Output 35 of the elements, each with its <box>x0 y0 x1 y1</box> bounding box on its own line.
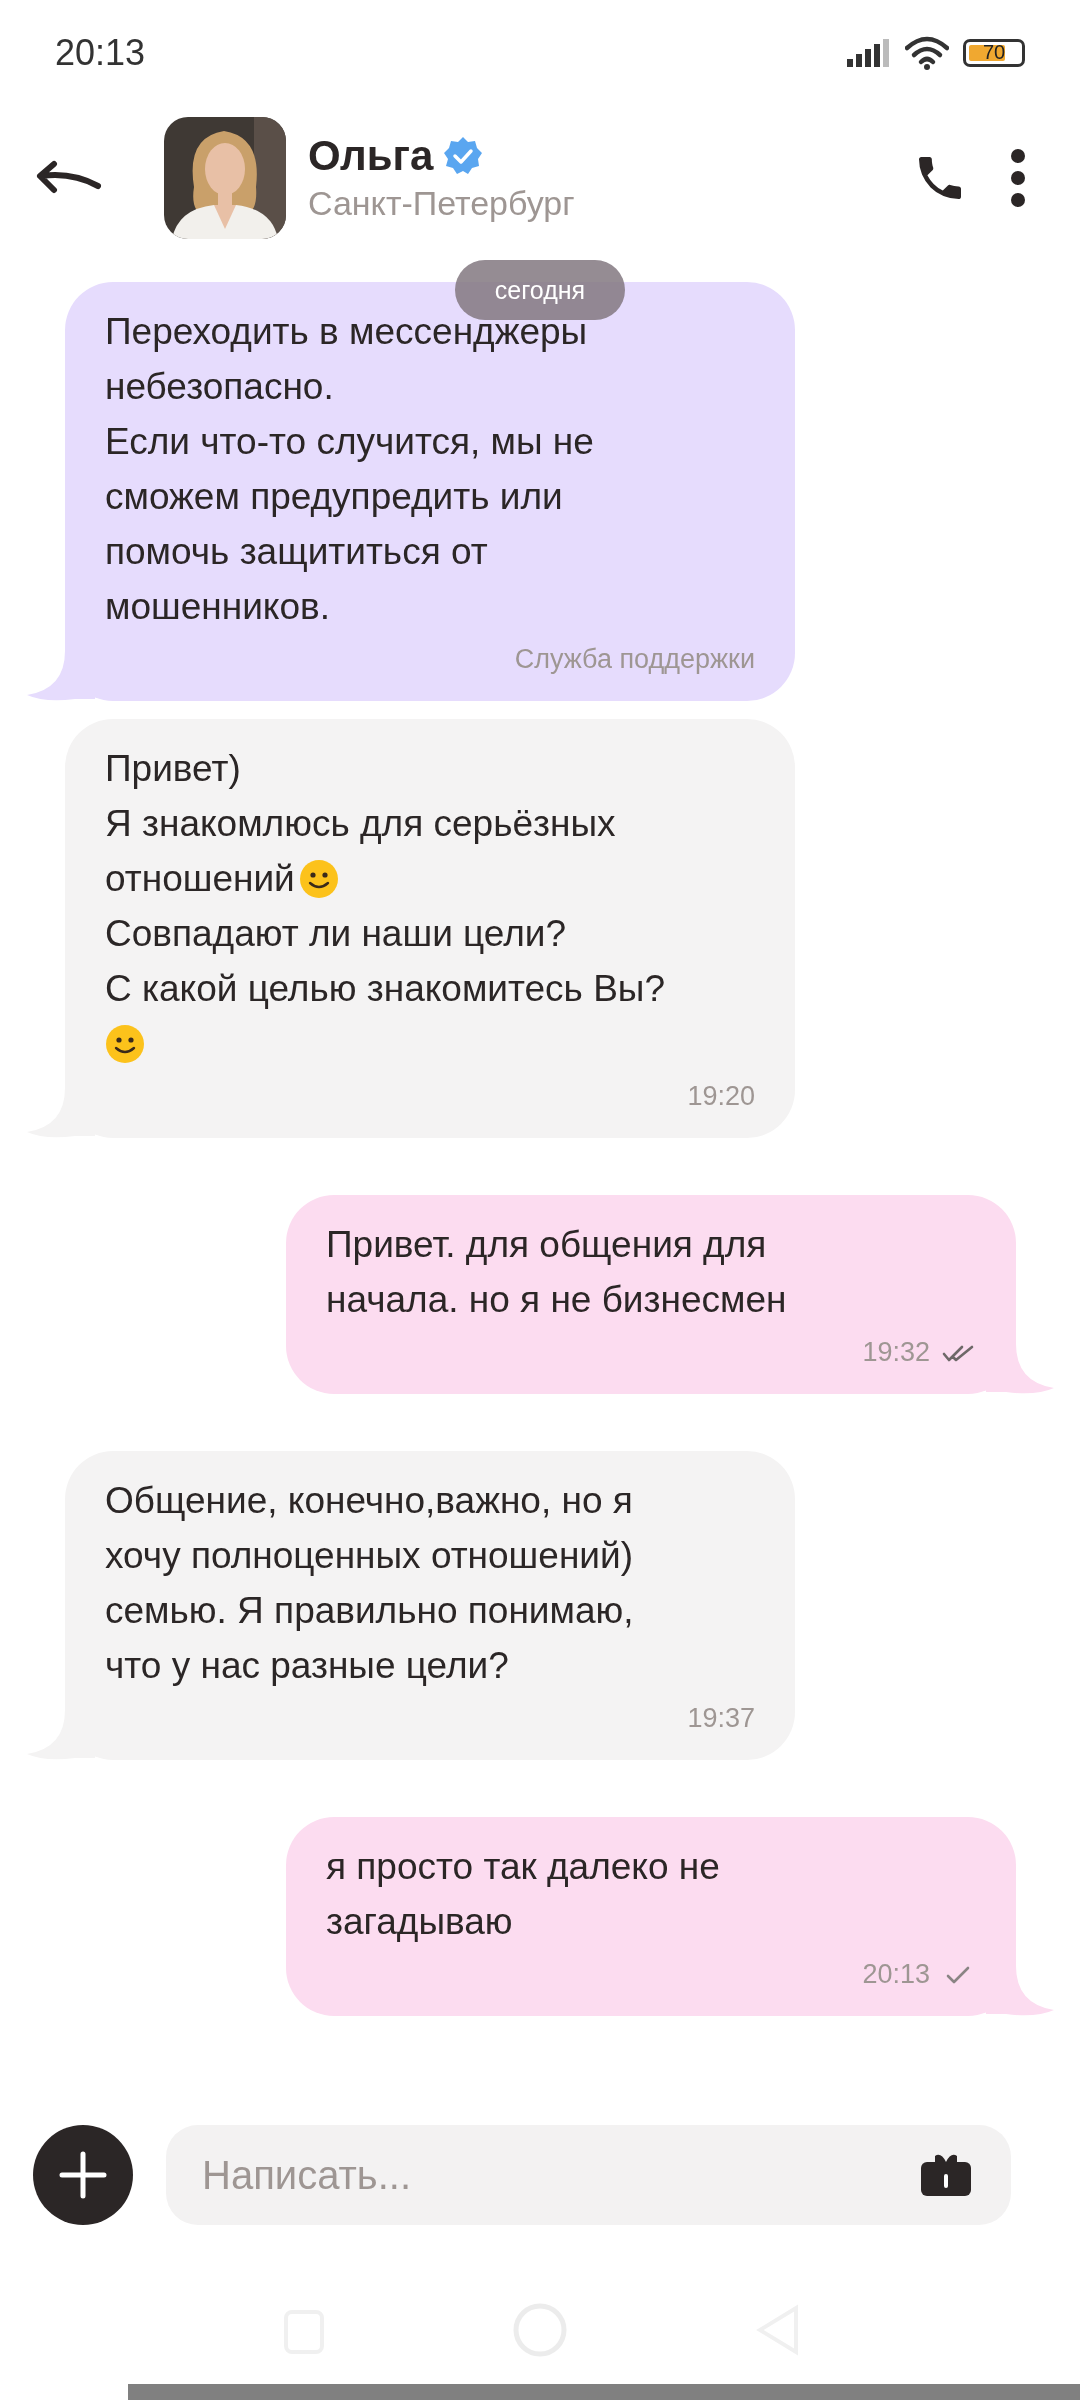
wifi-icon <box>905 35 949 70</box>
message-text: Привет. для общения для <box>326 1223 767 1267</box>
message-text: Совпадают ли наши цели? <box>105 912 567 956</box>
contact-city: Санкт-Петербург <box>308 184 576 223</box>
message-time: 20:13 <box>862 1959 930 1990</box>
message-text: что у нас разные цели? <box>105 1644 509 1688</box>
message-text: Я знакомлюсь для серьёзных <box>105 802 616 846</box>
message-text: мошенников. <box>105 585 330 629</box>
message-text: семью. Я правильно понимаю, <box>105 1589 634 1633</box>
gift-icon[interactable] <box>921 2152 971 2198</box>
sender-label: Служба поддержки <box>514 644 755 675</box>
message-text: С какой целью знакомитесь Вы? <box>105 967 665 1011</box>
signal-icon <box>847 38 891 67</box>
message-text: хочу полноценных отношений) <box>105 1534 633 1578</box>
message-text: небезопасно. <box>105 365 334 409</box>
message-input[interactable]: Написать... <box>200 2151 921 2199</box>
battery-percent: 70 <box>982 41 1006 64</box>
message-text: Общение, конечно,важно, но я <box>105 1479 633 1523</box>
message-text: Привет) <box>105 747 241 791</box>
message-text: отношений <box>105 857 295 901</box>
message-time: 19:37 <box>687 1703 755 1734</box>
message-time: 19:20 <box>687 1081 755 1112</box>
more-menu-button[interactable] <box>1008 147 1028 208</box>
message-text: я просто так далеко не <box>326 1845 720 1889</box>
message-text: Если что-то случится, мы не <box>105 420 594 464</box>
message-field[interactable]: Написать... <box>166 2125 1011 2225</box>
plus-icon <box>58 2150 108 2200</box>
message-text: начала. но я не бизнесмен <box>326 1278 787 1322</box>
clock: 20:13 <box>55 31 146 74</box>
message-time: 19:32 <box>862 1337 930 1368</box>
message-text: помочь защититься от <box>105 530 488 574</box>
message-text: сможем предупредить или <box>105 475 563 519</box>
message-text: загадываю <box>326 1900 513 1944</box>
contact-name: Ольга <box>308 132 434 180</box>
date-chip: сегодня <box>455 260 625 320</box>
